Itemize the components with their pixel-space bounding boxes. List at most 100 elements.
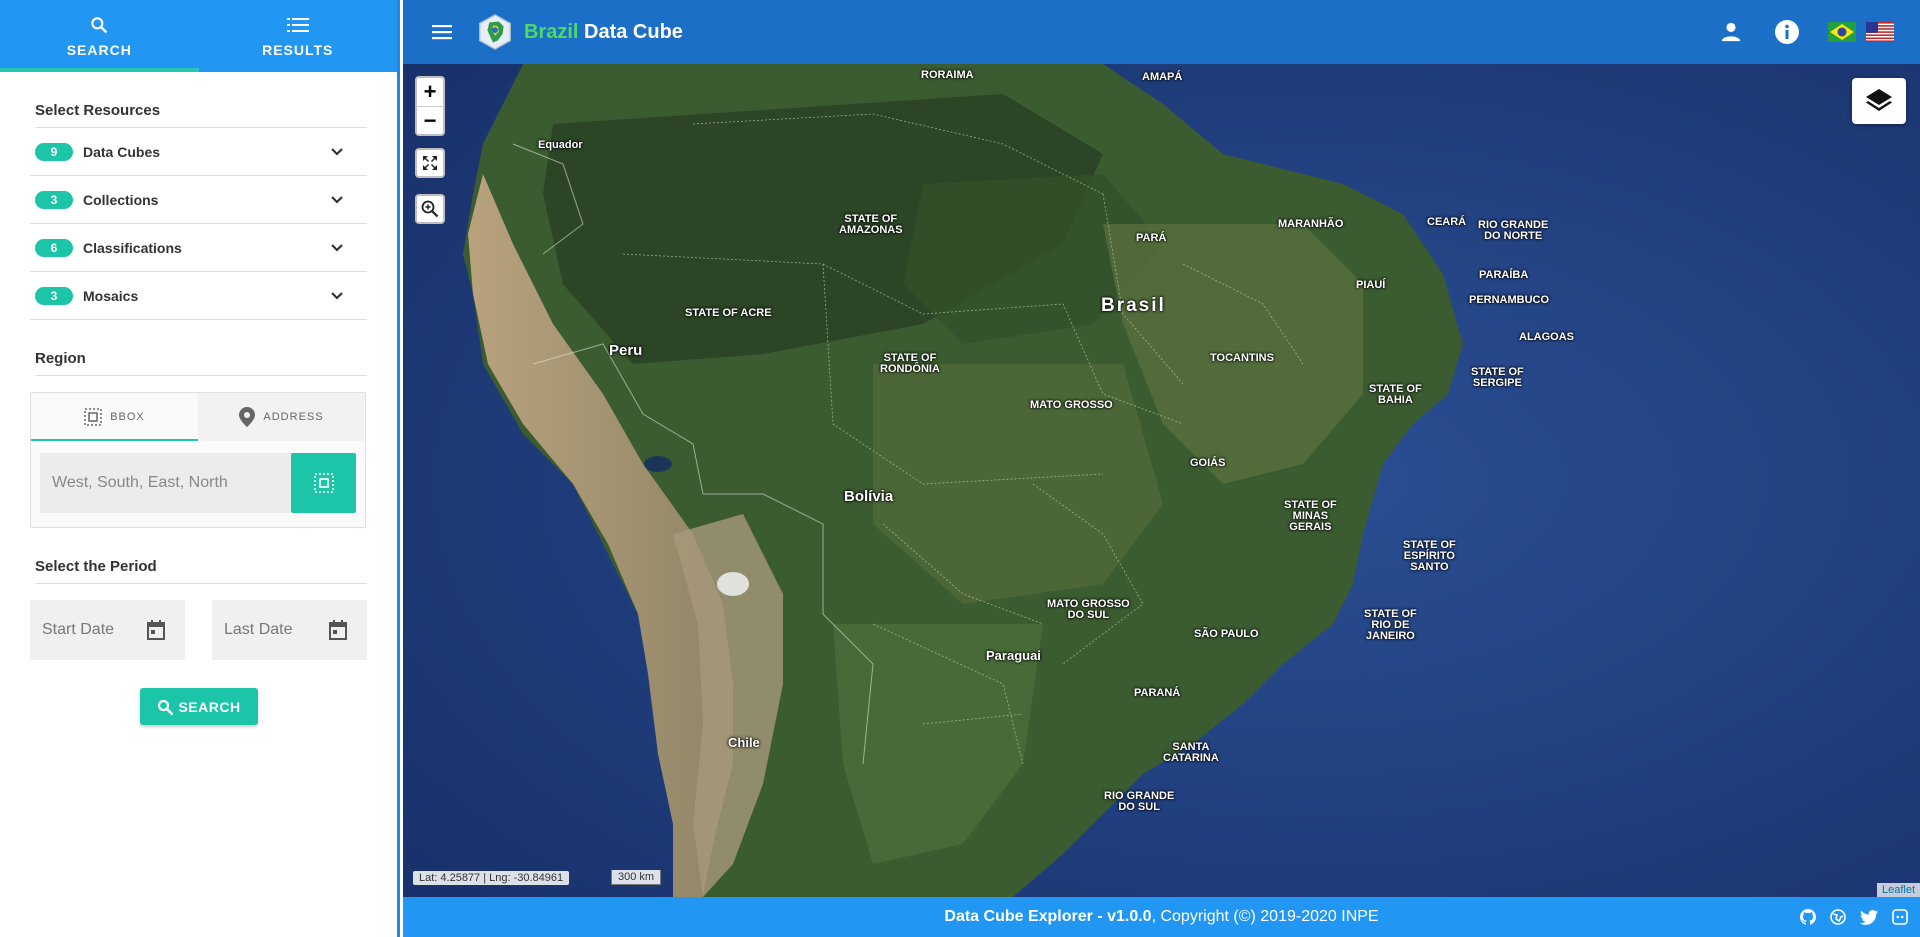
chevron-down-icon[interactable] — [325, 284, 349, 308]
map-label-rio-de-janeiro: STATE OF RIO DE JANEIRO — [1364, 608, 1417, 642]
tab-search[interactable]: SEARCH — [0, 0, 199, 72]
resource-label: Classifications — [83, 239, 182, 256]
resources-list: 9 Data Cubes 3 Collections 6 Classificat… — [30, 128, 367, 320]
brand-rest: Data Cube — [578, 20, 683, 43]
start-date-field[interactable]: Start Date — [30, 600, 185, 660]
leaflet-attribution-link[interactable]: Leaflet — [1876, 883, 1920, 897]
chevron-down-icon[interactable] — [325, 188, 349, 212]
map-label-ceara: CEARÁ — [1427, 216, 1467, 228]
tab-bbox-label: BBOX — [110, 411, 145, 423]
twitter-icon[interactable] — [1860, 909, 1878, 925]
map-label-para: PARÁ — [1136, 232, 1167, 244]
footer-social-links — [1786, 897, 1908, 937]
map-label-acre: STATE OF ACRE — [685, 307, 772, 319]
footer-copyright: , Copyright (©) 2019-2020 INPE — [1151, 908, 1379, 925]
zoom-box-button[interactable] — [415, 194, 445, 224]
footer: Data Cube Explorer - v1.0.0, Copyright (… — [403, 897, 1920, 937]
draw-bbox-button[interactable] — [291, 453, 356, 513]
satellite-basemap — [403, 64, 1920, 897]
tab-results-label: RESULTS — [262, 42, 334, 58]
chevron-down-icon[interactable] — [325, 236, 349, 260]
calendar-icon — [147, 620, 165, 640]
sidebar: SEARCH RESULTS Select Resources 9 Data C… — [0, 0, 400, 937]
top-bar: Brazil Data Cube — [403, 0, 1920, 64]
discord-icon[interactable] — [1892, 909, 1908, 925]
map-label-piaui: PIAUÍ — [1356, 279, 1386, 291]
map-label-paraguai: Paraguai — [986, 648, 1041, 663]
map-label-tocantins: TOCANTINS — [1210, 352, 1274, 364]
scale-bar: 300 km — [611, 870, 662, 885]
zoom-magnifier-icon — [421, 200, 439, 218]
map-label-pernambuco: PERNAMBUCO — [1469, 294, 1550, 306]
brazil-flag-icon[interactable] — [1828, 22, 1856, 42]
bbox-row — [31, 441, 365, 527]
footer-app-name: Data Cube Explorer - v1.0.0 — [944, 908, 1152, 925]
map-label-rio-grande-do-norte: RIO GRANDE DO NORTE — [1478, 219, 1549, 242]
usa-flag-icon[interactable] — [1866, 22, 1894, 42]
tab-bbox[interactable]: BBOX — [31, 393, 198, 441]
count-badge: 3 — [35, 286, 73, 305]
resource-data-cubes[interactable]: 9 Data Cubes — [30, 128, 367, 176]
list-icon — [286, 14, 309, 36]
layers-icon — [1864, 86, 1894, 116]
location-pin-icon — [239, 407, 256, 427]
github-icon[interactable] — [1800, 909, 1816, 925]
zoom-in-button[interactable]: + — [417, 78, 443, 106]
map-label-equador: Equador — [538, 139, 583, 151]
last-date-field[interactable]: Last Date — [212, 600, 367, 660]
menu-icon[interactable] — [430, 20, 454, 44]
tab-address-label: ADDRESS — [263, 411, 324, 423]
resource-classifications[interactable]: 6 Classifications — [30, 224, 367, 272]
region-panel: BBOX ADDRESS — [30, 392, 366, 528]
resource-label: Collections — [83, 191, 159, 208]
coordinates-readout: Lat: 4.25877 | Lng: -30.84961 — [413, 871, 570, 885]
search-icon — [156, 698, 174, 716]
tab-address[interactable]: ADDRESS — [198, 393, 365, 441]
top-right-actions — [1716, 17, 1920, 47]
zoom-control: + − — [415, 76, 445, 136]
period-title: Select the Period — [35, 558, 367, 584]
calendar-icon — [329, 620, 347, 640]
search-button-label: SEARCH — [178, 698, 241, 715]
count-badge: 6 — [35, 238, 73, 257]
map-label-rio-grande-do-sul: RIO GRANDE DO SUL — [1104, 790, 1175, 813]
search-button[interactable]: SEARCH — [139, 688, 258, 725]
info-icon[interactable] — [1772, 17, 1802, 47]
tab-search-label: SEARCH — [66, 42, 132, 58]
map-label-bolivia: Bolívia — [844, 488, 894, 505]
resource-mosaics[interactable]: 3 Mosaics — [30, 272, 367, 320]
map-label-goias: GOIÁS — [1190, 457, 1226, 469]
map-label-paraiba: PARAÍBA — [1479, 269, 1529, 281]
map-label-roraima: RORAIMA — [921, 69, 974, 81]
map-label-amazonas: STATE OF AMAZONAS — [839, 213, 903, 236]
user-icon[interactable] — [1716, 17, 1746, 47]
tab-results[interactable]: RESULTS — [199, 0, 398, 72]
map-label-sao-paulo: SÃO PAULO — [1194, 628, 1259, 640]
map-label-chile: Chile — [728, 735, 760, 750]
bbox-icon — [84, 408, 102, 426]
map-label-mato-grosso: MATO GROSSO — [1030, 399, 1113, 411]
fullscreen-button[interactable] — [415, 148, 445, 178]
map-label-alagoas: ALAGOAS — [1519, 331, 1574, 343]
chevron-down-icon[interactable] — [325, 140, 349, 164]
bbox-input[interactable] — [40, 453, 292, 513]
search-icon — [89, 14, 109, 36]
map-label-brasil: Brasil — [1101, 295, 1166, 316]
count-badge: 9 — [35, 142, 73, 161]
map-label-peru: Peru — [609, 342, 643, 359]
count-badge: 3 — [35, 190, 73, 209]
fullscreen-icon — [422, 155, 438, 171]
map-label-mato-grosso-do-sul: MATO GROSSO DO SUL — [1047, 598, 1130, 621]
map-label-sergipe: STATE OF SERGIPE — [1471, 366, 1524, 389]
resource-collections[interactable]: 3 Collections — [30, 176, 367, 224]
brazil-data-cube-logo — [479, 14, 511, 50]
resources-title: Select Resources — [35, 102, 367, 128]
website-globe-icon[interactable] — [1830, 909, 1846, 925]
region-title: Region — [35, 350, 367, 376]
map-label-santa-catarina: SANTA CATARINA — [1163, 741, 1219, 764]
layers-button[interactable] — [1852, 78, 1906, 124]
brand-title: Brazil Data Cube — [524, 21, 683, 44]
map-view[interactable]: RORAIMA AMAPÁ Equador STATE OF AMAZONAS … — [403, 64, 1920, 897]
map-label-espirito-santo: STATE OF ESPÍRITO SANTO — [1403, 539, 1456, 573]
zoom-out-button[interactable]: − — [417, 106, 443, 134]
